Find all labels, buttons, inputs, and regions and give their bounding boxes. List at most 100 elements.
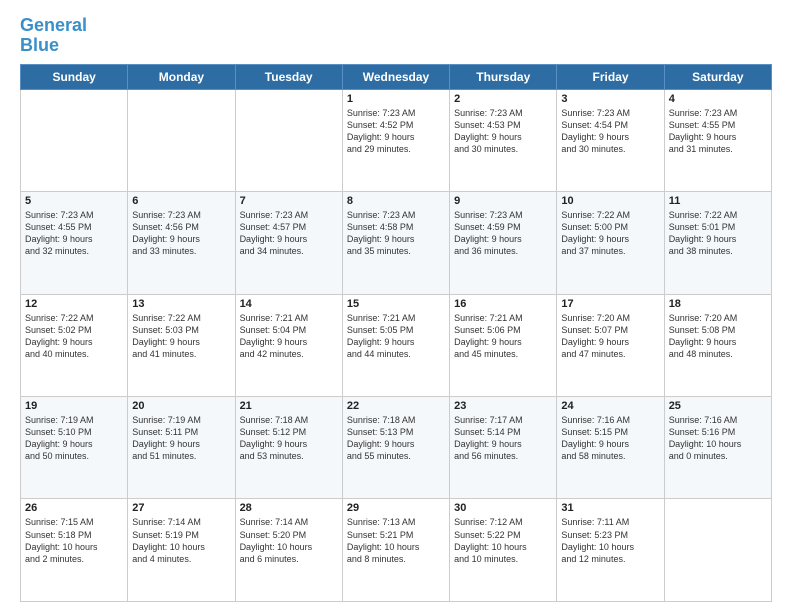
cell-date-number: 12: [25, 298, 123, 310]
calendar-cell: 26 Sunrise: 7:15 AM Sunset: 5:18 PM Dayli…: [21, 499, 128, 602]
logo-text: General Blue: [20, 16, 87, 56]
cell-info-text: Sunrise: 7:23 AM Sunset: 4:53 PM Dayligh…: [454, 107, 552, 156]
calendar-cell: 31Sunrise: 7:11 AM Sunset: 5:23 PM Dayli…: [557, 499, 664, 602]
week-row-5: 26 Sunrise: 7:15 AM Sunset: 5:18 PM Dayli…: [21, 499, 772, 602]
calendar-cell: 1 Sunrise: 7:23 AM Sunset: 4:52 PM Daylig…: [342, 89, 449, 191]
cell-date-number: 30: [454, 502, 552, 514]
cell-info-text: Sunrise: 7:15 AM Sunset: 5:18 PM Dayligh…: [25, 516, 123, 565]
logo-blue: Blue: [20, 35, 59, 55]
calendar-cell: 7 Sunrise: 7:23 AM Sunset: 4:57 PM Daylig…: [235, 192, 342, 294]
calendar-cell: 18 Sunrise: 7:20 AM Sunset: 5:08 PM Dayli…: [664, 294, 771, 396]
cell-date-number: 15: [347, 298, 445, 310]
cell-date-number: 29: [347, 502, 445, 514]
calendar-cell: 29Sunrise: 7:13 AM Sunset: 5:21 PM Dayli…: [342, 499, 449, 602]
cell-date-number: 6: [132, 195, 230, 207]
cell-date-number: 1: [347, 93, 445, 105]
cell-date-number: 11: [669, 195, 767, 207]
calendar-header: SundayMondayTuesdayWednesdayThursdayFrid…: [21, 64, 772, 89]
calendar-cell: [235, 89, 342, 191]
calendar-cell: 9Sunrise: 7:23 AM Sunset: 4:59 PM Daylig…: [450, 192, 557, 294]
week-row-1: 1 Sunrise: 7:23 AM Sunset: 4:52 PM Daylig…: [21, 89, 772, 191]
cell-date-number: 4: [669, 93, 767, 105]
calendar-cell: 22 Sunrise: 7:18 AM Sunset: 5:13 PM Dayli…: [342, 397, 449, 499]
cell-info-text: Sunrise: 7:23 AM Sunset: 4:59 PM Dayligh…: [454, 209, 552, 258]
cell-info-text: Sunrise: 7:22 AM Sunset: 5:02 PM Dayligh…: [25, 312, 123, 361]
calendar-cell: 13Sunrise: 7:22 AM Sunset: 5:03 PM Dayli…: [128, 294, 235, 396]
day-header-tuesday: Tuesday: [235, 64, 342, 89]
cell-info-text: Sunrise: 7:21 AM Sunset: 5:04 PM Dayligh…: [240, 312, 338, 361]
cell-date-number: 14: [240, 298, 338, 310]
cell-date-number: 18: [669, 298, 767, 310]
calendar-cell: [128, 89, 235, 191]
calendar-cell: 6Sunrise: 7:23 AM Sunset: 4:56 PM Daylig…: [128, 192, 235, 294]
calendar-cell: 19 Sunrise: 7:19 AM Sunset: 5:10 PM Dayli…: [21, 397, 128, 499]
day-header-saturday: Saturday: [664, 64, 771, 89]
cell-date-number: 22: [347, 400, 445, 412]
cell-info-text: Sunrise: 7:22 AM Sunset: 5:01 PM Dayligh…: [669, 209, 767, 258]
cell-info-text: Sunrise: 7:23 AM Sunset: 4:52 PM Dayligh…: [347, 107, 445, 156]
cell-info-text: Sunrise: 7:12 AM Sunset: 5:22 PM Dayligh…: [454, 516, 552, 565]
week-row-2: 5 Sunrise: 7:23 AM Sunset: 4:55 PM Daylig…: [21, 192, 772, 294]
cell-date-number: 19: [25, 400, 123, 412]
calendar-cell: 15Sunrise: 7:21 AM Sunset: 5:05 PM Dayli…: [342, 294, 449, 396]
calendar-cell: 23 Sunrise: 7:17 AM Sunset: 5:14 PM Dayli…: [450, 397, 557, 499]
day-header-sunday: Sunday: [21, 64, 128, 89]
week-row-4: 19 Sunrise: 7:19 AM Sunset: 5:10 PM Dayli…: [21, 397, 772, 499]
cell-date-number: 21: [240, 400, 338, 412]
cell-date-number: 23: [454, 400, 552, 412]
cell-info-text: Sunrise: 7:23 AM Sunset: 4:54 PM Dayligh…: [561, 107, 659, 156]
calendar-cell: 10Sunrise: 7:22 AM Sunset: 5:00 PM Dayli…: [557, 192, 664, 294]
logo-general: General: [20, 15, 87, 35]
day-header-monday: Monday: [128, 64, 235, 89]
cell-info-text: Sunrise: 7:20 AM Sunset: 5:08 PM Dayligh…: [669, 312, 767, 361]
calendar-cell: 4 Sunrise: 7:23 AM Sunset: 4:55 PM Daylig…: [664, 89, 771, 191]
calendar-body: 1 Sunrise: 7:23 AM Sunset: 4:52 PM Daylig…: [21, 89, 772, 601]
cell-info-text: Sunrise: 7:14 AM Sunset: 5:19 PM Dayligh…: [132, 516, 230, 565]
cell-info-text: Sunrise: 7:22 AM Sunset: 5:00 PM Dayligh…: [561, 209, 659, 258]
header: General Blue: [20, 16, 772, 56]
cell-info-text: Sunrise: 7:18 AM Sunset: 5:13 PM Dayligh…: [347, 414, 445, 463]
cell-date-number: 8: [347, 195, 445, 207]
week-row-3: 12 Sunrise: 7:22 AM Sunset: 5:02 PM Dayli…: [21, 294, 772, 396]
calendar-cell: 8 Sunrise: 7:23 AM Sunset: 4:58 PM Daylig…: [342, 192, 449, 294]
calendar-cell: 24 Sunrise: 7:16 AM Sunset: 5:15 PM Dayli…: [557, 397, 664, 499]
cell-info-text: Sunrise: 7:23 AM Sunset: 4:55 PM Dayligh…: [25, 209, 123, 258]
cell-date-number: 20: [132, 400, 230, 412]
logo: General Blue: [20, 16, 87, 56]
cell-info-text: Sunrise: 7:23 AM Sunset: 4:58 PM Dayligh…: [347, 209, 445, 258]
cell-date-number: 27: [132, 502, 230, 514]
calendar-cell: 12 Sunrise: 7:22 AM Sunset: 5:02 PM Dayli…: [21, 294, 128, 396]
cell-info-text: Sunrise: 7:23 AM Sunset: 4:57 PM Dayligh…: [240, 209, 338, 258]
cell-info-text: Sunrise: 7:16 AM Sunset: 5:16 PM Dayligh…: [669, 414, 767, 463]
header-row: SundayMondayTuesdayWednesdayThursdayFrid…: [21, 64, 772, 89]
calendar-cell: 21 Sunrise: 7:18 AM Sunset: 5:12 PM Dayli…: [235, 397, 342, 499]
page: General Blue SundayMondayTuesdayWednesda…: [0, 0, 792, 612]
cell-info-text: Sunrise: 7:18 AM Sunset: 5:12 PM Dayligh…: [240, 414, 338, 463]
calendar-cell: 30 Sunrise: 7:12 AM Sunset: 5:22 PM Dayli…: [450, 499, 557, 602]
day-header-friday: Friday: [557, 64, 664, 89]
cell-info-text: Sunrise: 7:21 AM Sunset: 5:06 PM Dayligh…: [454, 312, 552, 361]
cell-info-text: Sunrise: 7:20 AM Sunset: 5:07 PM Dayligh…: [561, 312, 659, 361]
calendar-cell: 5 Sunrise: 7:23 AM Sunset: 4:55 PM Daylig…: [21, 192, 128, 294]
cell-date-number: 5: [25, 195, 123, 207]
cell-date-number: 26: [25, 502, 123, 514]
calendar-cell: 20Sunrise: 7:19 AM Sunset: 5:11 PM Dayli…: [128, 397, 235, 499]
cell-date-number: 25: [669, 400, 767, 412]
cell-info-text: Sunrise: 7:14 AM Sunset: 5:20 PM Dayligh…: [240, 516, 338, 565]
calendar-cell: [21, 89, 128, 191]
cell-info-text: Sunrise: 7:16 AM Sunset: 5:15 PM Dayligh…: [561, 414, 659, 463]
calendar-cell: 3 Sunrise: 7:23 AM Sunset: 4:54 PM Daylig…: [557, 89, 664, 191]
cell-date-number: 13: [132, 298, 230, 310]
calendar-cell: 28 Sunrise: 7:14 AM Sunset: 5:20 PM Dayli…: [235, 499, 342, 602]
cell-date-number: 28: [240, 502, 338, 514]
cell-info-text: Sunrise: 7:17 AM Sunset: 5:14 PM Dayligh…: [454, 414, 552, 463]
cell-date-number: 3: [561, 93, 659, 105]
calendar-cell: 27 Sunrise: 7:14 AM Sunset: 5:19 PM Dayli…: [128, 499, 235, 602]
calendar-cell: 2Sunrise: 7:23 AM Sunset: 4:53 PM Daylig…: [450, 89, 557, 191]
calendar-cell: 25 Sunrise: 7:16 AM Sunset: 5:16 PM Dayli…: [664, 397, 771, 499]
cell-date-number: 24: [561, 400, 659, 412]
calendar-cell: 17Sunrise: 7:20 AM Sunset: 5:07 PM Dayli…: [557, 294, 664, 396]
cell-info-text: Sunrise: 7:19 AM Sunset: 5:10 PM Dayligh…: [25, 414, 123, 463]
cell-info-text: Sunrise: 7:23 AM Sunset: 4:55 PM Dayligh…: [669, 107, 767, 156]
cell-date-number: 7: [240, 195, 338, 207]
